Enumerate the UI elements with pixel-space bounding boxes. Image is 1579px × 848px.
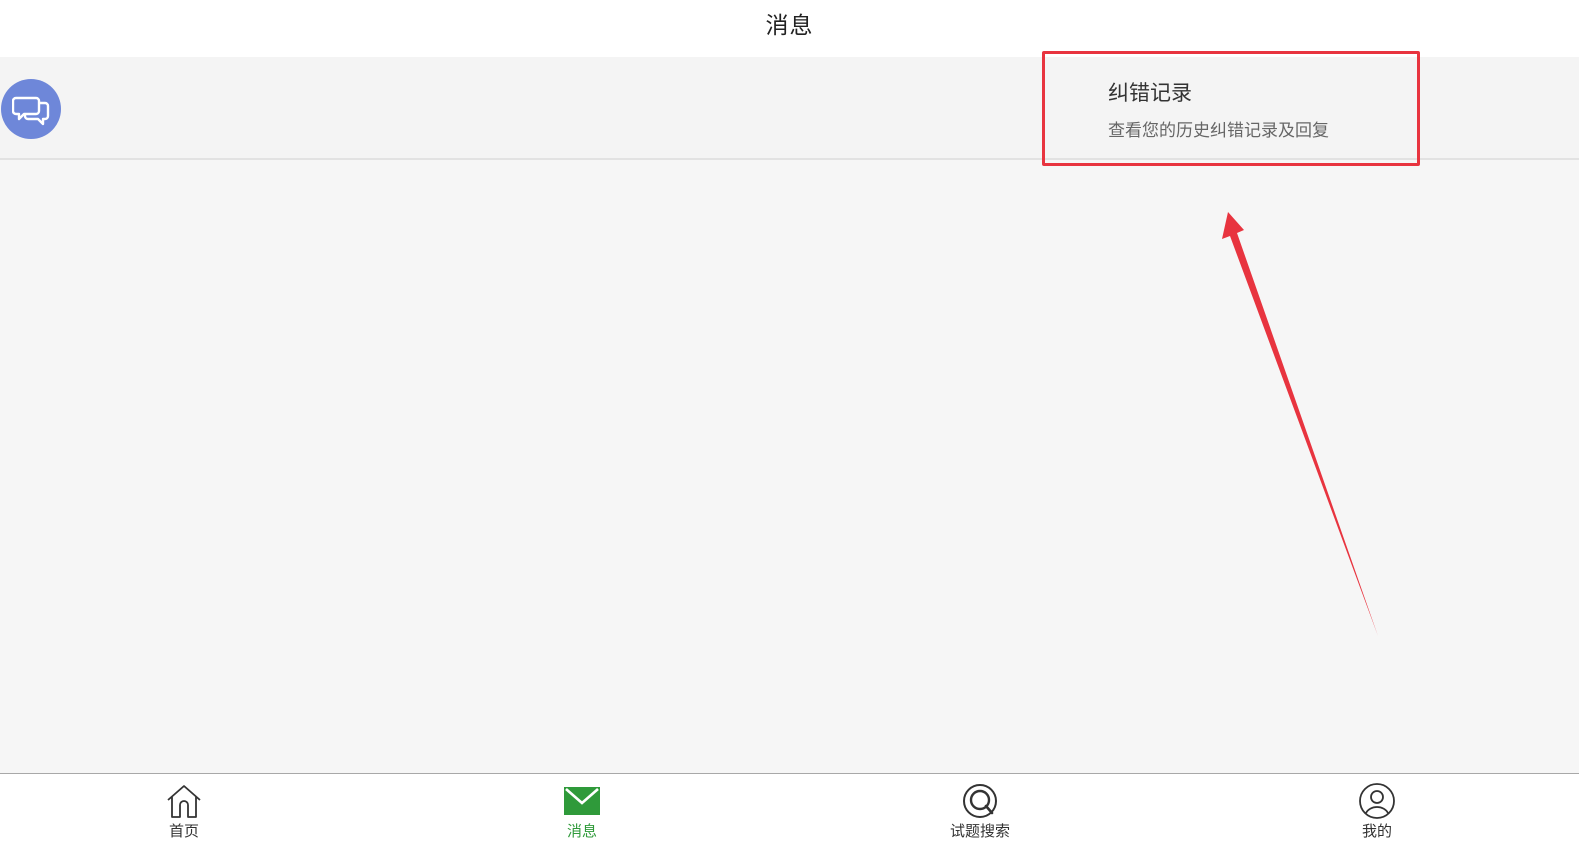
search-icon: [960, 782, 1000, 820]
message-subtitle: 查看您的历史纠错记录及回复: [1108, 121, 1329, 141]
envelope-icon: [562, 782, 602, 820]
user-icon: [1357, 782, 1397, 820]
bottom-tab-bar: 首页 消息 试题搜索 我的: [0, 773, 1579, 848]
tab-label: 我的: [1361, 822, 1392, 840]
tab-label: 消息: [566, 822, 597, 840]
message-title: 纠错记录: [1108, 81, 1192, 105]
home-icon: [164, 782, 204, 820]
tab-question-search[interactable]: 试题搜索: [920, 774, 1040, 848]
header-bar: 消息: [0, 0, 1579, 57]
page-title: 消息: [765, 12, 814, 39]
chat-bubbles-icon: [1, 79, 61, 139]
tab-home[interactable]: 首页: [124, 774, 244, 848]
tab-label: 试题搜索: [949, 822, 1010, 840]
tab-profile[interactable]: 我的: [1317, 774, 1437, 848]
tab-label: 首页: [168, 822, 199, 840]
message-list-item[interactable]: 纠错记录 查看您的历史纠错记录及回复: [0, 57, 1579, 160]
tab-messages[interactable]: 消息: [522, 774, 642, 848]
